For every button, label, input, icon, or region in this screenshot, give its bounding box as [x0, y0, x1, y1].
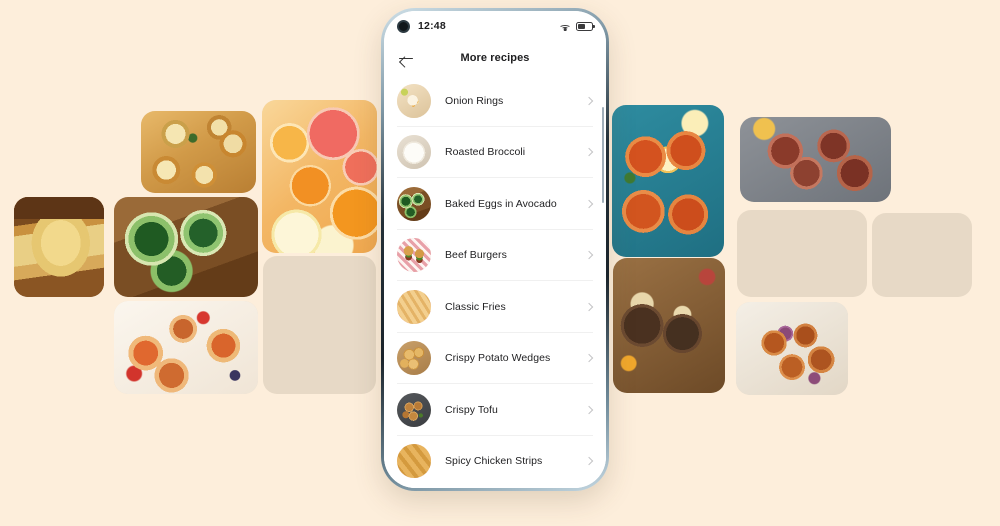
recipe-list-item[interactable]: Classic Fries	[384, 281, 606, 333]
recipe-list-item[interactable]: Crispy Potato Wedges	[384, 333, 606, 385]
page-canvas: 12:48 More recipes Onion Rings Roasted Br…	[0, 0, 1000, 526]
grilled-wings-photo	[612, 105, 724, 257]
battery-icon	[576, 21, 595, 31]
recipe-thumbnail	[397, 238, 431, 273]
stir-fry-photo	[736, 302, 848, 395]
chevron-right-icon	[584, 148, 594, 157]
photo-content	[612, 105, 724, 257]
baked-avocado-photo	[114, 197, 258, 297]
photo-content	[872, 213, 972, 297]
thumbnail-photo	[397, 135, 431, 170]
shoestring-fries-photo	[872, 213, 972, 297]
photo-content	[263, 256, 376, 394]
thumbnail-photo	[397, 289, 431, 324]
thumbnail-photo	[397, 444, 431, 479]
front-camera-icon	[397, 19, 410, 33]
recipe-name: Classic Fries	[445, 300, 506, 313]
phone-screen: 12:48 More recipes Onion Rings Roasted Br…	[384, 11, 606, 488]
steak-cubes-photo	[740, 117, 891, 202]
chevron-right-icon	[584, 457, 594, 466]
status-bar-indicators	[559, 21, 595, 31]
thumbnail-photo	[397, 83, 431, 118]
phone-bezel: 12:48 More recipes Onion Rings Roasted Br…	[384, 11, 606, 488]
recipe-thumbnail	[397, 341, 431, 376]
recipe-name: Crispy Potato Wedges	[445, 352, 551, 365]
recipe-thumbnail	[397, 186, 431, 221]
status-bar-clock: 12:48	[418, 20, 446, 32]
recipe-list-item[interactable]: Onion Rings	[384, 75, 606, 127]
chevron-right-icon	[584, 251, 594, 260]
photo-content	[262, 100, 377, 253]
phone-mockup: 12:48 More recipes Onion Rings Roasted Br…	[381, 8, 609, 491]
vertical-scrollbar[interactable]	[601, 107, 604, 203]
chevron-right-icon	[584, 199, 594, 208]
photo-content	[114, 197, 258, 297]
recipe-thumbnail	[397, 444, 431, 479]
app-bar: More recipes	[384, 41, 606, 75]
recipe-list-item[interactable]: Baked Eggs in Avocado	[384, 178, 606, 230]
recipe-list[interactable]: Onion Rings Roasted Broccoli Baked Eggs in…	[384, 75, 606, 488]
photo-content	[740, 117, 891, 202]
thumbnail-photo	[397, 392, 431, 427]
back-arrow-icon[interactable]	[398, 50, 414, 66]
recipe-list-item[interactable]: Beef Burgers	[384, 230, 606, 282]
recipe-thumbnail	[397, 83, 431, 118]
thumbnail-photo	[397, 341, 431, 376]
citrus-slices-photo	[262, 100, 377, 253]
photo-content	[736, 302, 848, 395]
fried-nuggets-photo	[263, 256, 376, 394]
recipe-name: Crispy Tofu	[445, 403, 498, 416]
basque-cheesecake-photo	[14, 197, 104, 297]
wifi-icon	[559, 21, 571, 31]
recipe-list-item[interactable]: Spicy Chicken Strips	[384, 436, 606, 488]
page-title: More recipes	[460, 52, 530, 64]
recipe-thumbnail	[397, 135, 431, 170]
recipe-name: Roasted Broccoli	[445, 146, 526, 159]
recipe-list-item[interactable]: Roasted Broccoli	[384, 127, 606, 179]
recipe-name: Spicy Chicken Strips	[445, 455, 543, 468]
recipe-name: Onion Rings	[445, 94, 504, 107]
recipe-name: Baked Eggs in Avocado	[445, 197, 557, 210]
chevron-right-icon	[584, 354, 594, 363]
recipe-name: Beef Burgers	[445, 249, 507, 262]
photo-content	[114, 301, 258, 394]
taco-cups-photo	[114, 301, 258, 394]
chevron-right-icon	[584, 302, 594, 311]
chevron-right-icon	[584, 96, 594, 105]
photo-content	[737, 210, 867, 297]
status-bar: 12:48	[384, 11, 606, 41]
photo-content	[613, 258, 725, 393]
chocolate-dessert-photo	[613, 258, 725, 393]
photo-content	[141, 111, 256, 193]
thumbnail-photo	[397, 186, 431, 221]
recipe-thumbnail	[397, 392, 431, 427]
chevron-right-icon	[584, 405, 594, 414]
thumbnail-photo	[397, 238, 431, 273]
recipe-list-item[interactable]: Crispy Tofu	[384, 384, 606, 436]
photo-content	[14, 197, 104, 297]
egg-tarts-photo	[141, 111, 256, 193]
butter-cookies-photo	[737, 210, 867, 297]
recipe-thumbnail	[397, 289, 431, 324]
